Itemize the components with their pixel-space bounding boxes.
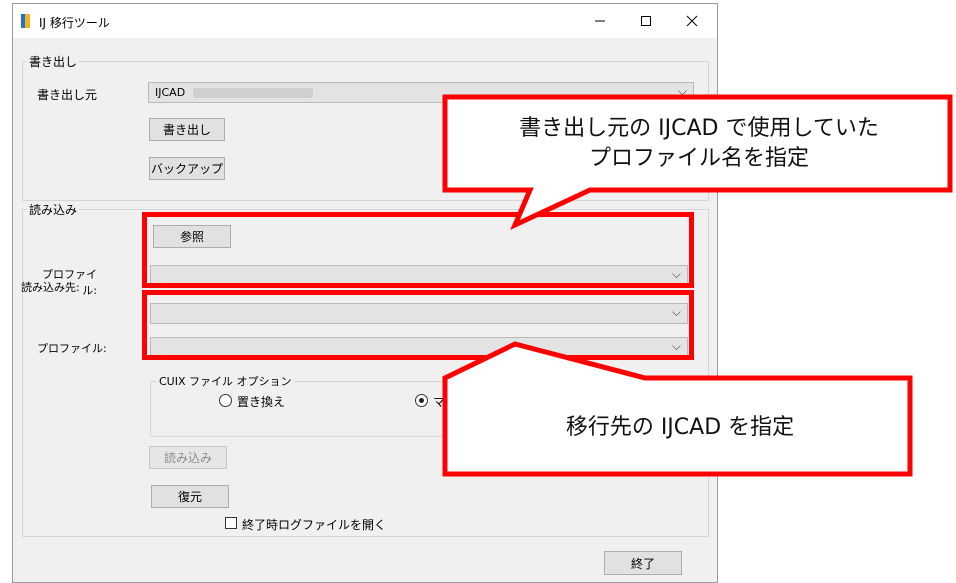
- dest-profile-label: プロファイル:: [37, 342, 107, 355]
- window-title: IJ 移行ツール: [39, 16, 110, 30]
- export-source-value: IJCAD: [155, 86, 186, 99]
- replace-radio-label: 置き換え: [237, 395, 286, 409]
- close-button[interactable]: [669, 4, 715, 38]
- minimize-button[interactable]: [577, 4, 623, 38]
- exit-button[interactable]: 終了: [604, 551, 682, 575]
- blurred-text: [193, 88, 313, 98]
- import-group-label: 読み込み: [27, 201, 80, 218]
- callout-bubble-bottom: [442, 341, 913, 477]
- import-dest-label: 読み込み先:: [21, 281, 80, 294]
- callout-top-line1: 書き出し元の IJCAD で使用していた: [519, 116, 879, 141]
- radio-selected-dot: [419, 398, 424, 403]
- close-icon: [686, 15, 698, 27]
- minimize-icon: [595, 20, 605, 22]
- merge-radio[interactable]: [415, 394, 428, 407]
- export-group-label: 書き出し: [27, 53, 80, 70]
- backup-button[interactable]: バックアップ: [149, 157, 225, 180]
- callout-top-line2: プロファイル名を指定: [588, 146, 809, 171]
- restore-button[interactable]: 復元: [151, 485, 229, 508]
- export-source-label: 書き出し元: [37, 88, 98, 102]
- open-log-checkbox[interactable]: [225, 517, 237, 529]
- export-button[interactable]: 書き出し: [149, 118, 225, 141]
- maximize-icon: [641, 16, 651, 26]
- open-log-label: 終了時ログファイルを開く: [242, 518, 387, 532]
- callout-bottom-text: 移行先の IJCAD を指定: [565, 415, 795, 440]
- title-bar: IJ 移行ツール: [13, 4, 717, 38]
- app-icon: [21, 14, 30, 28]
- replace-radio[interactable]: [219, 394, 232, 407]
- import-button[interactable]: 読み込み: [149, 446, 227, 469]
- maximize-button[interactable]: [623, 4, 669, 38]
- cuix-options-label: CUIX ファイル オプション: [157, 373, 294, 389]
